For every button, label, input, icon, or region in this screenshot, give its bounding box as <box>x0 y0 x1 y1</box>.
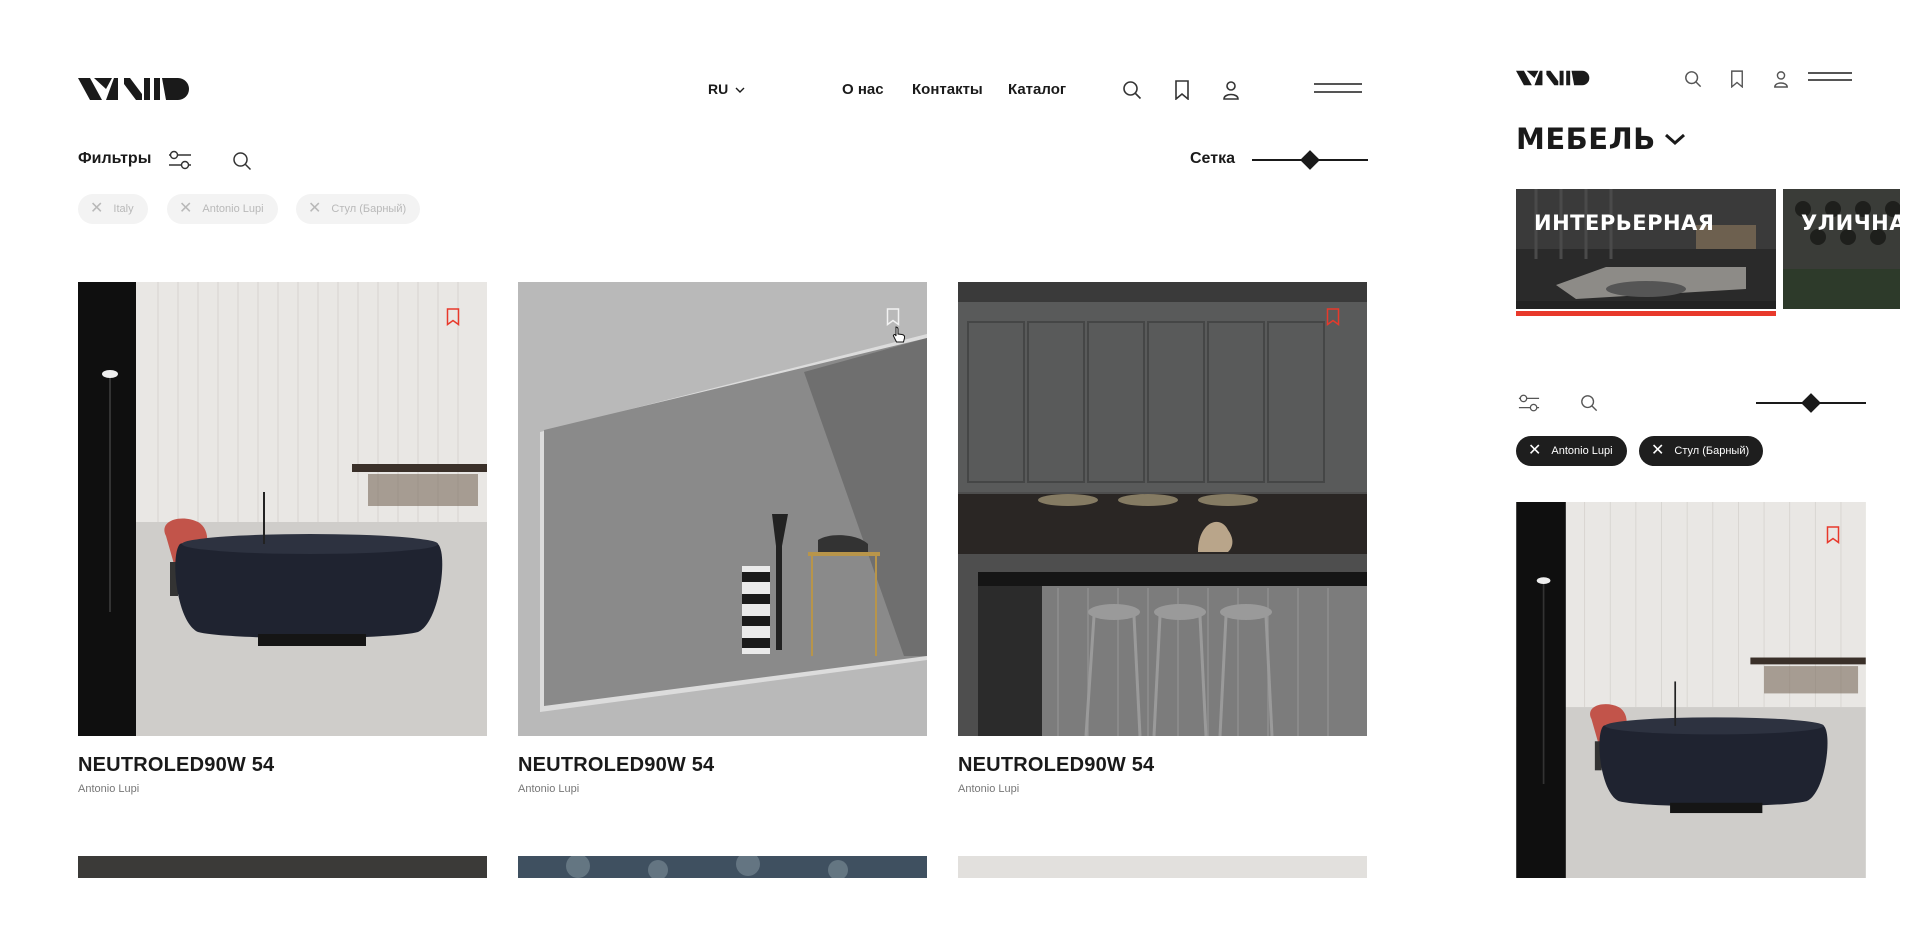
menu-icon[interactable] <box>1808 72 1852 86</box>
product-title[interactable]: NEUTROLED90W 54 <box>78 754 274 777</box>
site-logo[interactable] <box>78 78 190 105</box>
nav-link-contacts[interactable]: Контакты <box>912 81 983 98</box>
filter-icon[interactable] <box>1518 392 1540 414</box>
close-icon[interactable]: ✕ <box>308 201 321 217</box>
category-label: УЛИЧНАЯ <box>1801 211 1900 235</box>
bookmark-icon[interactable] <box>886 308 900 326</box>
nav-link-catalog[interactable]: Каталог <box>1008 81 1066 98</box>
filter-chip[interactable]: ✕ Italy <box>78 194 148 224</box>
product-title[interactable]: NEUTROLED90W 54 <box>518 754 714 777</box>
cursor-icon <box>892 326 906 343</box>
product-image[interactable] <box>1516 502 1866 878</box>
section-title-text: МЕБЕЛЬ <box>1516 122 1656 156</box>
category-tile-outdoor[interactable]: УЛИЧНАЯ <box>1783 189 1900 309</box>
chip-label: Antonio Lupi <box>1551 445 1613 457</box>
filter-chip[interactable]: ✕ Antonio Lupi <box>1516 436 1627 466</box>
product-brand: Antonio Lupi <box>958 783 1020 795</box>
user-icon[interactable] <box>1773 70 1789 88</box>
filter-search-icon[interactable] <box>232 151 252 171</box>
bookmark-icon[interactable] <box>1326 308 1340 326</box>
close-icon[interactable]: ✕ <box>1651 443 1664 459</box>
desktop-frame: RU О нас Контакты Каталог Фильтры Сетка … <box>30 58 1410 878</box>
grid-label: Сетка <box>1190 150 1235 167</box>
nav-link-about[interactable]: О нас <box>842 81 884 98</box>
menu-icon[interactable] <box>1314 83 1362 97</box>
chevron-down-icon <box>735 87 745 93</box>
category-active-indicator <box>1516 311 1776 316</box>
filter-chip[interactable]: ✕ Antonio Lupi <box>167 194 278 224</box>
filters-label[interactable]: Фильтры <box>78 150 151 168</box>
product-title[interactable]: NEUTROLED90W 54 <box>958 754 1154 777</box>
product-image[interactable] <box>958 282 1367 736</box>
user-icon[interactable] <box>1222 80 1240 100</box>
category-label: ИНТЕРЬЕРНАЯ <box>1534 211 1715 235</box>
chip-label: Стул (Барный) <box>1674 445 1750 457</box>
grid-slider-knob[interactable] <box>1300 150 1320 170</box>
category-tile-interior[interactable]: ИНТЕРЬЕРНАЯ <box>1516 189 1776 309</box>
bookmark-icon[interactable] <box>1730 70 1744 88</box>
product-brand: Antonio Lupi <box>78 783 140 795</box>
bookmark-icon[interactable] <box>1826 526 1840 544</box>
chip-label: Стул (Барный) <box>331 203 407 215</box>
filter-icon[interactable] <box>168 148 192 172</box>
search-icon[interactable] <box>1122 80 1142 100</box>
product-image[interactable] <box>78 856 487 878</box>
bookmark-icon[interactable] <box>1174 80 1190 100</box>
product-brand: Antonio Lupi <box>518 783 580 795</box>
product-image[interactable] <box>78 282 487 736</box>
language-label: RU <box>708 81 729 97</box>
close-icon[interactable]: ✕ <box>179 201 192 217</box>
filter-chip[interactable]: ✕ Стул (Барный) <box>296 194 421 224</box>
close-icon[interactable]: ✕ <box>90 201 103 217</box>
filter-search-icon[interactable] <box>1580 394 1598 412</box>
grid-slider-knob[interactable] <box>1801 393 1821 413</box>
filter-chip[interactable]: ✕ Стул (Барный) <box>1639 436 1764 466</box>
bookmark-icon[interactable] <box>446 308 460 326</box>
product-image[interactable] <box>518 282 927 736</box>
language-selector[interactable]: RU <box>708 81 745 97</box>
chip-label: Antonio Lupi <box>202 203 264 215</box>
chevron-down-icon <box>1664 133 1685 146</box>
site-logo[interactable] <box>1516 70 1590 91</box>
close-icon[interactable]: ✕ <box>1528 443 1541 459</box>
product-image[interactable] <box>958 856 1367 878</box>
search-icon[interactable] <box>1684 70 1702 88</box>
mobile-frame: МЕБЕЛЬ ИНТЕРЬЕРНАЯ УЛИЧНАЯ ✕ Antonio Lupi <box>1438 58 1900 878</box>
section-title[interactable]: МЕБЕЛЬ <box>1516 122 1686 156</box>
product-image[interactable] <box>518 856 927 878</box>
chip-label: Italy <box>113 203 134 215</box>
